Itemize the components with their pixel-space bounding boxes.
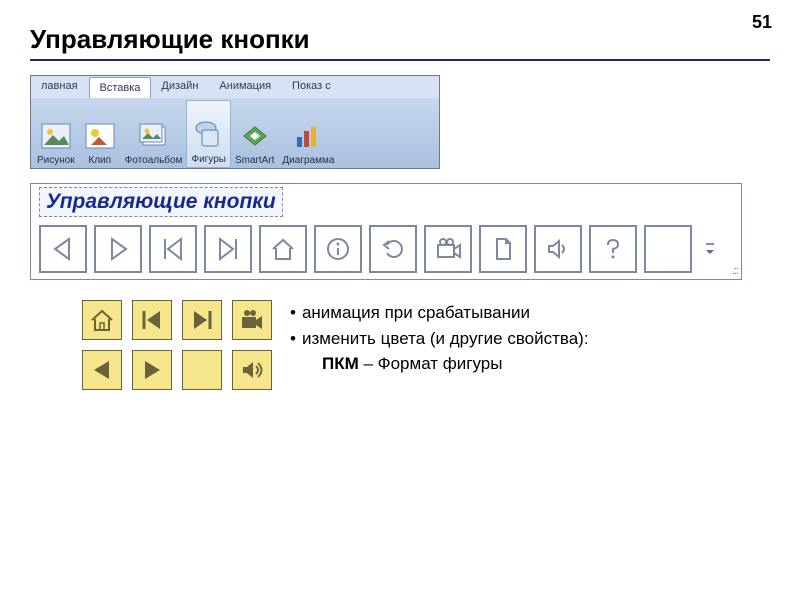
tab-home[interactable]: лавная [31,76,89,98]
shapes-icon [192,118,226,152]
action-sound-button[interactable] [534,225,582,273]
ybtn-end[interactable] [182,300,222,340]
clip-icon [83,119,117,153]
ribbon-btn-photoalbum[interactable]: Фотоальбом [121,100,187,168]
action-buttons-panel: Управляющие кнопки .:: [30,183,742,280]
action-back-button[interactable] [39,225,87,273]
panel-title: Управляющие кнопки [39,187,283,217]
tab-slideshow[interactable]: Показ с [282,76,342,98]
note-line-3-bold: ПКМ [322,354,359,373]
ybtn-begin[interactable] [132,300,172,340]
action-help-button[interactable] [589,225,637,273]
ribbon-btn-label: Фотоальбом [125,155,183,166]
action-return-button[interactable] [369,225,417,273]
ribbon-body: Рисунок Клип Фотоальбом Фигуры SmartArt [31,98,439,168]
ybtn-blank[interactable] [182,350,222,390]
ybtn-sound[interactable] [232,350,272,390]
action-forward-button[interactable] [94,225,142,273]
ribbon-btn-clip[interactable]: Клип [79,100,121,168]
lower-section: •анимация при срабатывании •изменить цве… [30,300,770,390]
tab-insert[interactable]: Вставка [89,77,152,98]
ribbon-btn-label: Фигуры [191,154,225,165]
title-underline [30,59,770,61]
notes: •анимация при срабатывании •изменить цве… [290,300,589,377]
note-line-1: анимация при срабатывании [302,300,530,326]
chart-icon [291,119,325,153]
action-info-button[interactable] [314,225,362,273]
action-end-button[interactable] [204,225,252,273]
action-document-button[interactable] [479,225,527,273]
ybtn-movie[interactable] [232,300,272,340]
action-movie-button[interactable] [424,225,472,273]
page-title: Управляющие кнопки [30,24,770,55]
action-begin-button[interactable] [149,225,197,273]
note-line-3-rest: – Формат фигуры [359,354,503,373]
ribbon-btn-shapes[interactable]: Фигуры [186,100,230,168]
note-line-2: изменить цвета (и другие свойства): [302,326,589,352]
ribbon-btn-label: Рисунок [37,155,75,166]
page-number: 51 [752,12,772,33]
picture-icon [39,119,73,153]
tab-animation[interactable]: Анимация [209,76,282,98]
resize-handle-icon[interactable]: .:: [732,265,738,277]
bullet-icon: • [290,326,296,352]
ybtn-home[interactable] [82,300,122,340]
action-custom-button[interactable] [644,225,692,273]
action-home-button[interactable] [259,225,307,273]
ribbon: лавная Вставка Дизайн Анимация Показ с Р… [30,75,440,169]
bullet-icon: • [290,300,296,326]
ribbon-btn-picture[interactable]: Рисунок [33,100,79,168]
ribbon-btn-label: Диаграмма [282,155,334,166]
panel-dropdown[interactable] [701,237,719,261]
ybtn-back[interactable] [82,350,122,390]
smartart-icon [238,119,272,153]
photo-album-icon [137,119,171,153]
ribbon-tabs: лавная Вставка Дизайн Анимация Показ с [31,76,439,98]
ribbon-btn-smartart[interactable]: SmartArt [231,100,278,168]
panel-title-bar: Управляющие кнопки [31,184,741,217]
ybtn-forward[interactable] [132,350,172,390]
tab-design[interactable]: Дизайн [151,76,209,98]
panel-buttons [31,217,741,279]
yellow-buttons-grid [82,300,272,390]
ribbon-btn-label: Клип [88,155,111,166]
ribbon-btn-chart[interactable]: Диаграмма [278,100,338,168]
ribbon-btn-label: SmartArt [235,155,274,166]
